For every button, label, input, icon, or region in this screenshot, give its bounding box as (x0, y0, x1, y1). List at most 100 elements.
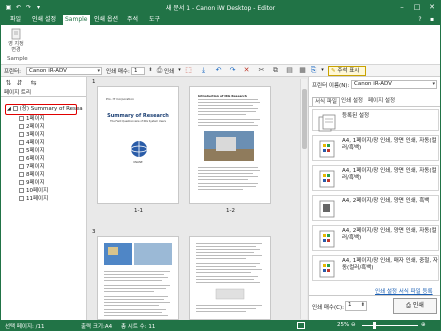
tree-page-label: 4페이지 (26, 140, 45, 146)
tree-page-item[interactable]: 9페이지 (19, 180, 45, 187)
printer-label: 프린터: (4, 69, 22, 75)
copies-spinner-icon[interactable]: ⬍ (146, 66, 155, 75)
menu-tools[interactable]: 도구 (147, 15, 162, 25)
copies-input[interactable]: 1 (131, 67, 145, 75)
import-icon[interactable]: ⤓ (199, 66, 208, 75)
page-view: 1 Pro. IT Corporation Summary of Researc… (87, 77, 308, 320)
profile-item[interactable]: A4, 1페이지/장 인쇄, 양면 인쇄, 자동(컬러/흑백) (312, 135, 439, 161)
profile-item[interactable]: A4, 2페이지/장 인쇄, 양면 인쇄, 자동(컬러/흑백) (312, 225, 439, 251)
redo-toolbar-icon[interactable]: ↷ (228, 66, 237, 75)
delete-icon[interactable]: ✕ (242, 66, 251, 75)
tab-page-settings[interactable]: 페이지 설정 (366, 97, 397, 106)
printer-icon[interactable]: ⎙ (155, 66, 164, 75)
tree-page-item[interactable]: 6페이지 (19, 156, 45, 163)
page-thumbnail-1-2[interactable]: Introduction of IRG Research (189, 86, 271, 204)
tree-page-label: 5페이지 (26, 148, 45, 154)
registered-settings-icon (318, 114, 336, 132)
profile-item[interactable]: A4, 1페이지/장 인쇄, 매자 인쇄, 중철, 자동(컬러/흑백) (312, 255, 439, 281)
menu-bar: 파일 인쇄 설정 Sample 인쇄 옵션 주석 도구 ? ▪ (1, 14, 440, 25)
page-tree-header: 페이지 트리 (4, 90, 32, 96)
print-label[interactable]: 인쇄 (164, 67, 174, 75)
tree-page-item[interactable]: 4페이지 (19, 140, 45, 147)
page1-subheading: The Field Questionnaire of IRG System Us… (110, 120, 166, 123)
annotation-label: 주석 표시 (337, 68, 360, 74)
menu-file[interactable]: 파일 (8, 15, 23, 25)
zoom-in-icon[interactable]: ⊕ (421, 322, 426, 328)
tree-page-label: 6페이지 (26, 156, 45, 162)
tree-page-item[interactable]: 10페이지 (19, 188, 48, 195)
print-button-label: 인쇄 (412, 302, 424, 309)
tree-tool-icon-3[interactable]: ⇆ (29, 79, 38, 88)
close-icon[interactable]: ✕ (425, 2, 439, 13)
tree-root-item[interactable]: ◢ (장) Summary of Resea (7, 106, 83, 113)
layout-icon[interactable]: ▦ (298, 66, 307, 75)
group-number-3: 3 (92, 229, 96, 235)
page-icon (19, 156, 24, 161)
printer-select-value: Canon iR-ADV (29, 68, 67, 74)
tab-templates[interactable]: 서식 파일 (312, 97, 340, 106)
scrollbar-thumb[interactable] (302, 89, 307, 149)
tree-page-item[interactable]: 7페이지 (19, 164, 45, 171)
printer-select[interactable]: Canon iR-ADV ▾ (26, 67, 102, 75)
printer-name-select[interactable]: Canon iR-ADV ▾ (351, 80, 437, 89)
profile-item[interactable]: A4, 2페이지/장 인쇄, 양면 인쇄, 흑백 (312, 195, 439, 221)
zoom-level: 25% (337, 322, 350, 328)
page-icon (19, 140, 24, 145)
chevron-down-icon: ▾ (432, 81, 435, 87)
page-thumbnail-3-1[interactable] (97, 236, 179, 320)
profile-label: 등록된 설정 (342, 113, 370, 119)
view-mode-icon[interactable] (297, 322, 305, 329)
profile-item[interactable]: 등록된 설정 (312, 109, 439, 132)
tree-page-item[interactable]: 3페이지 (19, 132, 45, 139)
menu-sample[interactable]: Sample (63, 15, 90, 25)
zoom-slider-thumb[interactable] (373, 322, 376, 329)
tree-page-item[interactable]: 11페이지 (19, 196, 48, 203)
tree-root-label: (장) Summary of Resea (19, 106, 83, 112)
help-icon[interactable]: ? (415, 15, 425, 25)
paste-icon[interactable]: ▤ (285, 66, 294, 75)
menu-annotation[interactable]: 주석 (125, 15, 140, 25)
toolbar: 프린터: Canon iR-ADV ▾ 인쇄 매수: 1 ⬍ ⎙ 인쇄 ▾ ⬚ ⤓… (1, 65, 440, 77)
menu-print-options[interactable]: 인쇄 옵션 (92, 15, 120, 25)
page4-content-graphic (196, 243, 262, 312)
open-file-icon[interactable]: ⬚ (184, 66, 193, 75)
booklet-icon (319, 260, 335, 278)
status-bar: 선택 페이지: /11 출력 크기:A4 총 시트 수: 11 25% ⊖ ⊕ (1, 320, 440, 330)
pane-divider (1, 96, 86, 97)
page-thumbnail-1-1[interactable]: Pro. IT Corporation Summary of Research … (97, 86, 179, 204)
print-copies-input[interactable]: 1 ⬍ (345, 301, 367, 311)
maximize-icon[interactable]: □ (410, 2, 424, 13)
zoom-slider-track[interactable] (362, 325, 418, 326)
profile-item[interactable]: A4, 1페이지/장 인쇄, 양면 인쇄, 자동(컬러/흑백) (312, 165, 439, 191)
tree-page-item[interactable]: 1페이지 (19, 116, 45, 123)
print-dropdown-icon[interactable]: ▾ (175, 66, 184, 75)
page-tree-pane: ⇅ ⇵ ⇆ 페이지 트리 ◢ (장) Summary of Resea 1페이지… (1, 77, 87, 320)
vertical-scrollbar[interactable] (300, 79, 307, 319)
print-copies-value: 1 (348, 302, 352, 308)
undo-toolbar-icon[interactable]: ↶ (214, 66, 223, 75)
cut-icon[interactable]: ✂ (257, 66, 266, 75)
tree-page-item[interactable]: 2페이지 (19, 124, 45, 131)
menu-print-settings[interactable]: 인쇄 설정 (30, 15, 58, 25)
stamp-toolbar-icon[interactable]: ⎘ (309, 66, 318, 75)
minimize-icon[interactable]: – (395, 2, 409, 13)
tab-print-settings[interactable]: 인쇄 설정 (339, 97, 365, 106)
application-window: ▣ ↶ ↷ ▾ 새 문서 1 - Canon iW Desktop - Edit… (0, 0, 441, 331)
pane-divider (309, 295, 440, 296)
page-thumbnail-3-2[interactable] (189, 236, 271, 320)
mono-duplex-icon (319, 200, 335, 218)
print-button[interactable]: ⎙ 인쇄 (393, 298, 437, 314)
tree-tool-icon-1[interactable]: ⇅ (4, 79, 13, 88)
tree-page-item[interactable]: 8페이지 (19, 172, 45, 179)
tree-tool-icon-2[interactable]: ⇵ (15, 79, 24, 88)
info-icon[interactable]: ▪ (427, 15, 437, 25)
stamp-dropdown-icon[interactable]: ▾ (318, 66, 327, 75)
change-stamp-button[interactable]: 영 지정 변경 (5, 28, 27, 54)
annotation-toggle-button[interactable]: ✎ 주석 표시 (328, 66, 366, 76)
group-number-1: 1 (92, 79, 96, 85)
tree-page-item[interactable]: 5페이지 (19, 148, 45, 155)
zoom-out-icon[interactable]: ⊖ (351, 322, 356, 328)
ribbon-group-label: Sample (7, 56, 28, 62)
register-template-link[interactable]: 인쇄 설정 서식 파일 등록 (375, 287, 433, 295)
copy-icon[interactable]: ⧉ (271, 66, 280, 75)
